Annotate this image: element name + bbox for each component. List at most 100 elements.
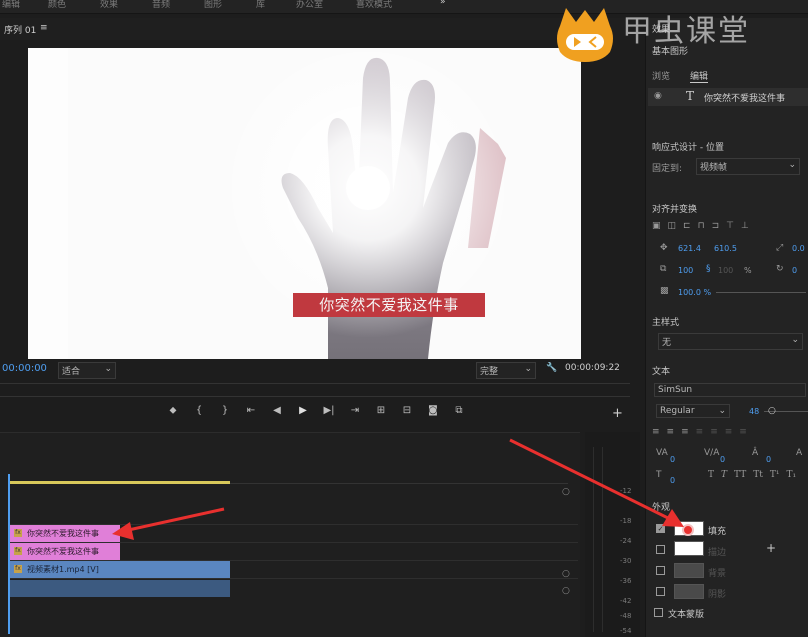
opacity-icon: ▩	[660, 286, 669, 296]
step-forward-icon[interactable]: ▶|	[316, 405, 342, 416]
subscript-icon[interactable]: T₁	[786, 470, 796, 480]
layer-row[interactable]: ◉ T 你突然不爱我这件事	[648, 88, 808, 106]
playhead-timecode[interactable]: 00:00:00	[2, 363, 47, 374]
align-text-center-icon[interactable]: ≡	[667, 427, 675, 437]
align-text-left-icon[interactable]: ≡	[652, 427, 660, 437]
faux-bold-icon[interactable]: T	[708, 470, 714, 480]
playhead[interactable]	[8, 474, 10, 634]
menu-color[interactable]: 颜色	[48, 0, 66, 10]
kerning-value[interactable]: 0	[720, 455, 725, 464]
graphic-clip[interactable]: fx 你突然不爱我这件事	[10, 543, 120, 560]
opacity-slider[interactable]	[716, 292, 806, 293]
stroke-checkbox[interactable]	[656, 545, 665, 554]
text-mask-checkbox[interactable]	[654, 608, 663, 617]
master-style-dropdown[interactable]: 无 ⌄	[658, 333, 803, 350]
video-clip[interactable]: fx 视频素材1.mp4 [V]	[10, 561, 230, 578]
font-dropdown[interactable]: SimSun	[654, 383, 806, 397]
tracking-value[interactable]: 0	[670, 455, 675, 464]
angle-value[interactable]: 0	[792, 266, 797, 275]
menu-favorites[interactable]: 喜欢模式	[356, 0, 392, 10]
camera-icon[interactable]: ◙	[420, 405, 446, 416]
justify-right-icon[interactable]: ≡	[725, 427, 733, 437]
leading-value[interactable]: 0	[766, 455, 771, 464]
scroll-handle-icon[interactable]: ○	[562, 487, 570, 497]
pin-to-dropdown[interactable]: 视频帧 ⌄	[696, 158, 800, 175]
add-stroke-icon[interactable]: +	[766, 541, 776, 555]
more-workspaces-icon[interactable]: »	[440, 0, 446, 7]
go-to-out-icon[interactable]: ⇥	[342, 405, 368, 416]
scale-value[interactable]: 100	[678, 266, 693, 275]
audio-clip[interactable]	[10, 580, 230, 597]
master-style-value: 无	[662, 338, 672, 348]
align-vertical-center-icon[interactable]: ▣	[652, 221, 661, 231]
tab-edit[interactable]: 编辑	[690, 69, 709, 83]
align-right-icon[interactable]: ⊐	[712, 221, 720, 231]
align-bottom-icon[interactable]: ⊥	[741, 221, 749, 231]
db-tick: -30	[620, 557, 632, 565]
scroll-handle-icon[interactable]: ○	[562, 586, 570, 596]
chevron-down-icon: ⌄	[718, 406, 726, 416]
graphic-clip[interactable]: fx 你突然不爱我这件事	[10, 525, 120, 542]
eye-icon[interactable]: ◉	[654, 91, 662, 101]
menu-audio[interactable]: 音频	[152, 0, 170, 10]
monitor-scrub-bar[interactable]	[0, 383, 630, 397]
font-size-value[interactable]: 48	[749, 407, 759, 416]
menu-effects[interactable]: 效果	[100, 0, 118, 10]
clip-label: 你突然不爱我这件事	[27, 547, 99, 556]
justify-all-icon[interactable]: ≡	[739, 427, 747, 437]
master-style-title: 主样式	[652, 318, 680, 328]
scale-width-value: 100	[718, 266, 734, 275]
tab-browse[interactable]: 浏览	[652, 69, 670, 82]
menu-edit[interactable]: 编辑	[2, 0, 20, 10]
align-center-icon[interactable]: ⊓	[698, 221, 705, 231]
background-checkbox[interactable]	[656, 566, 665, 575]
slider-knob-icon[interactable]: ○	[768, 406, 776, 416]
fill-checkbox[interactable]: ✓	[656, 524, 665, 533]
insert-icon[interactable]: ⊞	[368, 405, 394, 416]
rotation-value[interactable]: 0.0	[792, 244, 805, 253]
align-text-right-icon[interactable]: ≡	[681, 427, 689, 437]
shadow-checkbox[interactable]	[656, 587, 665, 596]
marker-icon[interactable]: ⬥	[160, 405, 186, 416]
menu-office[interactable]: 办公室	[296, 0, 323, 10]
tsume-value[interactable]: 0	[670, 476, 675, 485]
link-icon[interactable]: §	[706, 264, 711, 274]
small-caps-icon[interactable]: Tt	[753, 470, 763, 480]
shadow-label: 阴影	[708, 590, 727, 600]
wrench-icon[interactable]: 🔧	[546, 363, 557, 373]
program-monitor-tab[interactable]: 序列 01 ≡	[0, 18, 640, 40]
opacity-value[interactable]: 100.0 %	[678, 288, 711, 297]
align-left-icon[interactable]: ⊏	[683, 221, 691, 231]
play-icon[interactable]: ▶	[290, 405, 316, 416]
mark-out-icon[interactable]: }	[212, 405, 238, 416]
duration-timecode: 00:00:09:22	[565, 363, 620, 373]
align-horizontal-center-icon[interactable]: ◫	[668, 221, 677, 231]
resolution-dropdown[interactable]: 完整 ⌄	[476, 362, 536, 379]
all-caps-icon[interactable]: TT	[734, 470, 746, 480]
tab-menu-icon[interactable]: ≡	[40, 23, 48, 33]
position-x[interactable]: 621.4	[678, 244, 701, 253]
background-color-swatch[interactable]	[674, 563, 704, 578]
stroke-color-swatch[interactable]	[674, 541, 704, 556]
superscript-icon[interactable]: T¹	[770, 470, 780, 480]
menu-graphics[interactable]: 图形	[204, 0, 222, 10]
chevron-down-icon: ⌄	[104, 364, 112, 374]
justify-center-icon[interactable]: ≡	[710, 427, 718, 437]
align-top-icon[interactable]: ⊤	[726, 221, 734, 231]
step-back-icon[interactable]: ◀	[264, 405, 290, 416]
shadow-color-swatch[interactable]	[674, 584, 704, 599]
overwrite-icon[interactable]: ⊟	[394, 405, 420, 416]
subtitle-text[interactable]: 你突然不爱我这件事	[293, 293, 485, 317]
go-to-in-icon[interactable]: ⇤	[238, 405, 264, 416]
position-y[interactable]: 610.5	[714, 244, 737, 253]
font-style-dropdown[interactable]: Regular ⌄	[656, 404, 730, 418]
faux-italic-icon[interactable]: T	[721, 470, 727, 480]
menu-libraries[interactable]: 库	[256, 0, 265, 10]
work-area-bar[interactable]	[10, 481, 230, 484]
add-button-icon[interactable]: +	[612, 406, 623, 421]
zoom-dropdown[interactable]: 适合 ⌄	[58, 362, 116, 379]
mark-in-icon[interactable]: {	[186, 405, 212, 416]
compare-icon[interactable]: ⧉	[446, 405, 472, 416]
scroll-handle-icon[interactable]: ○	[562, 569, 570, 579]
justify-left-icon[interactable]: ≡	[696, 427, 704, 437]
